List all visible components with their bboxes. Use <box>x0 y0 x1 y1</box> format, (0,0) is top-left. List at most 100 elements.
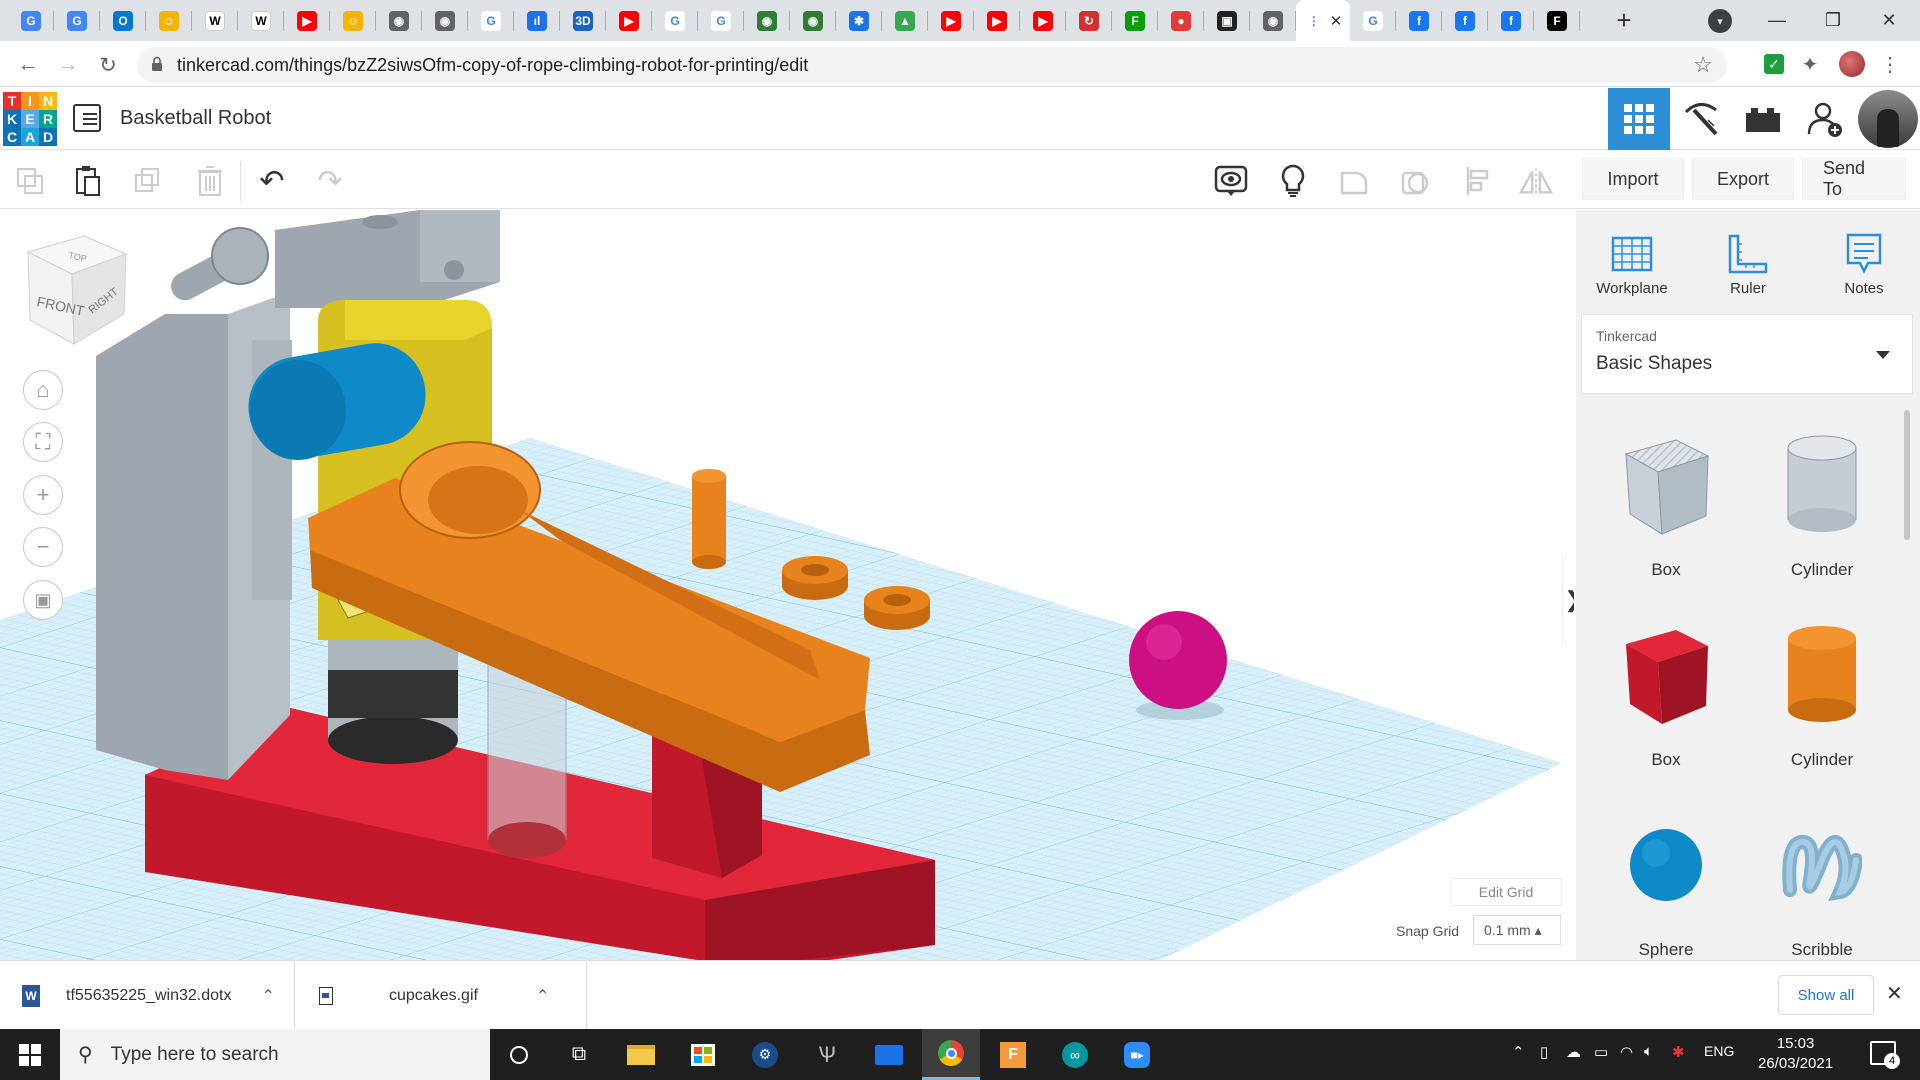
profile-avatar[interactable] <box>1838 50 1866 78</box>
orange-ring-shape[interactable] <box>864 586 930 630</box>
tab-search-icon[interactable]: ▾ <box>1708 9 1732 33</box>
shape-scribble[interactable]: Scribble <box>1752 790 1892 960</box>
browser-tab[interactable]: ▶ <box>606 0 652 41</box>
snap-grid-select[interactable]: 0.1 mm ▴ <box>1473 915 1561 945</box>
browser-tab[interactable]: ⋮ ✕ <box>1296 0 1350 41</box>
collapse-panel-icon[interactable]: ❯ <box>1562 555 1574 645</box>
browser-tab[interactable]: ◉ <box>376 0 422 41</box>
browser-tab[interactable]: F <box>1534 0 1580 41</box>
taskbar-search-input[interactable]: ⚲ Type here to search <box>60 1029 490 1080</box>
browser-tab[interactable]: ◉ <box>790 0 836 41</box>
download-item[interactable]: cupcakes.gif ⌃ <box>295 961 587 1030</box>
file-explorer-icon[interactable] <box>612 1029 670 1080</box>
workplane-tool[interactable]: Workplane <box>1582 228 1682 297</box>
reload-icon[interactable]: ↻ <box>92 49 124 81</box>
store-icon[interactable] <box>674 1029 732 1080</box>
fit-view-icon[interactable]: ⛶ <box>23 422 63 462</box>
group-shape-icon[interactable] <box>1336 163 1372 199</box>
edit-grid-button[interactable]: Edit Grid <box>1450 878 1562 906</box>
download-item[interactable]: W tf55635225_win32.dotx ⌃ <box>0 961 295 1030</box>
ungroup-shape-icon[interactable] <box>1398 163 1434 199</box>
project-title[interactable]: Basketball Robot <box>120 107 271 130</box>
browser-tab[interactable]: ☺ <box>146 0 192 41</box>
close-downloads-icon[interactable]: ✕ <box>1886 981 1903 1006</box>
orange-ring-shape[interactable] <box>782 556 848 600</box>
cortana-icon[interactable] <box>490 1029 548 1080</box>
chrome-icon[interactable] <box>922 1029 980 1080</box>
browser-tab[interactable]: ▶ <box>974 0 1020 41</box>
volume-icon[interactable]: 🔈︎ <box>1644 1043 1653 1060</box>
home-view-icon[interactable]: ⌂ <box>23 370 63 410</box>
align-icon[interactable] <box>1460 163 1496 199</box>
arduino-icon[interactable]: ∞ <box>1046 1029 1104 1080</box>
browser-tab[interactable]: 3D <box>560 0 606 41</box>
new-tab-button[interactable]: + <box>1604 0 1644 41</box>
tray-device-icon[interactable]: ▯ <box>1540 1043 1548 1061</box>
browser-tab[interactable]: G <box>698 0 744 41</box>
tray-chevron-icon[interactable]: ⌃ <box>1512 1043 1525 1061</box>
workplane-scene[interactable]: FRONT RIGHT TOP <box>0 210 1574 960</box>
export-button[interactable]: Export <box>1692 158 1794 200</box>
minimize-icon[interactable]: — <box>1754 0 1800 41</box>
fusion-icon[interactable]: F <box>984 1029 1042 1080</box>
duplicate-icon[interactable] <box>130 163 166 199</box>
zoom-out-icon[interactable]: − <box>23 527 63 567</box>
browser-tab[interactable]: G <box>1350 0 1396 41</box>
user-avatar[interactable] <box>1858 90 1918 148</box>
browser-tab[interactable]: ☺ <box>330 0 376 41</box>
predator-icon[interactable]: Ѱ <box>798 1029 856 1080</box>
shape-box-hole[interactable]: Box <box>1596 410 1736 580</box>
back-icon[interactable]: ← <box>12 49 44 81</box>
browser-tab[interactable]: ✱ <box>836 0 882 41</box>
bookmark-star-icon[interactable]: ☆ <box>1693 52 1713 78</box>
bricks-icon[interactable] <box>1732 88 1794 150</box>
ruler-tool[interactable]: Ruler <box>1698 228 1798 297</box>
panel-scrollbar[interactable] <box>1904 410 1910 540</box>
browser-tab[interactable]: W <box>238 0 284 41</box>
copy-icon[interactable] <box>12 163 48 199</box>
orange-peg-shape[interactable] <box>692 469 726 569</box>
pickaxe-icon[interactable] <box>1670 88 1732 150</box>
browser-tab[interactable]: f <box>1442 0 1488 41</box>
browser-tab[interactable]: ◉ <box>744 0 790 41</box>
zoom-in-icon[interactable]: + <box>23 475 63 515</box>
lightbulb-icon[interactable] <box>1275 163 1311 199</box>
notes-tool[interactable]: Notes <box>1814 228 1914 297</box>
language-indicator[interactable]: ENG <box>1704 1043 1734 1059</box>
battery-icon[interactable]: ▭ <box>1594 1043 1608 1061</box>
extensions-puzzle-icon[interactable]: ✦ <box>1796 50 1824 78</box>
shape-box-solid[interactable]: Box <box>1596 600 1736 770</box>
browser-tab[interactable]: f <box>1396 0 1442 41</box>
shape-cylinder-solid[interactable]: Cylinder <box>1752 600 1892 770</box>
app-tray-icon[interactable]: ✱ <box>1672 1043 1685 1061</box>
browser-tab[interactable]: G <box>652 0 698 41</box>
redo-icon[interactable]: ↷ <box>312 163 348 199</box>
browser-tab[interactable]: ▶ <box>284 0 330 41</box>
browser-tab[interactable]: ıl <box>514 0 560 41</box>
shape-cylinder-hole[interactable]: Cylinder <box>1752 410 1892 580</box>
task-view-icon[interactable]: ⧉ <box>550 1029 608 1080</box>
browser-tab[interactable]: ↻ <box>1066 0 1112 41</box>
onedrive-icon[interactable]: ☁ <box>1566 1043 1581 1061</box>
browser-tab[interactable]: G <box>54 0 100 41</box>
browser-tab[interactable]: W <box>192 0 238 41</box>
undo-icon[interactable]: ↶ <box>254 163 290 199</box>
wifi-icon[interactable]: ◠ <box>1620 1043 1633 1061</box>
import-button[interactable]: Import <box>1582 158 1684 200</box>
send-to-button[interactable]: Send To <box>1802 158 1906 200</box>
design-list-icon[interactable] <box>73 104 101 132</box>
tinkercad-logo[interactable]: TINKERCAD <box>3 92 57 146</box>
close-tab-icon[interactable]: ✕ <box>1330 12 1343 30</box>
browser-tab[interactable]: ◉ <box>422 0 468 41</box>
extension-check-icon[interactable]: ✓ <box>1760 50 1788 78</box>
mirror-icon[interactable] <box>1518 163 1554 199</box>
browser-tab[interactable]: G <box>468 0 514 41</box>
windows-start-icon[interactable] <box>0 1029 60 1080</box>
show-all-downloads-button[interactable]: Show all <box>1778 975 1874 1015</box>
chevron-up-icon[interactable]: ⌃ <box>536 986 549 1006</box>
browser-tab[interactable]: ● <box>1158 0 1204 41</box>
browser-tab[interactable]: F <box>1112 0 1158 41</box>
zoom-icon[interactable]: ■▸ <box>1108 1029 1166 1080</box>
browser-tab[interactable]: ▣ <box>1204 0 1250 41</box>
maximize-icon[interactable]: ❐ <box>1810 0 1856 41</box>
